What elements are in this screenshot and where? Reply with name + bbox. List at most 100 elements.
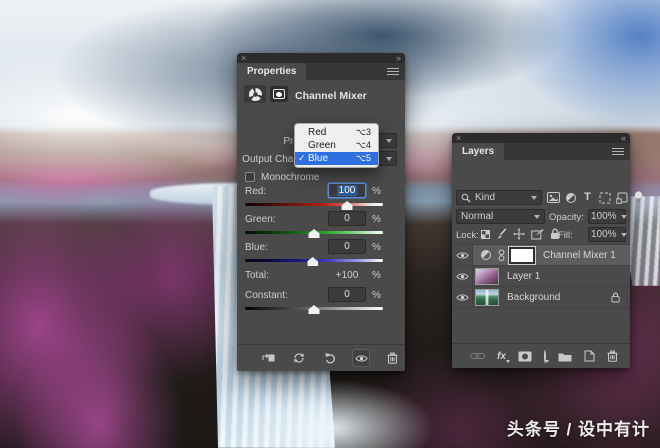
- tab-properties[interactable]: Properties: [237, 63, 307, 80]
- menu-item-red[interactable]: Red ⌥3: [295, 126, 378, 139]
- eye-icon[interactable]: [452, 245, 473, 265]
- new-group-icon[interactable]: [558, 351, 572, 362]
- properties-tabbar: Properties: [237, 63, 405, 80]
- blue-label: Blue:: [245, 242, 268, 253]
- adjustment-layer-icon: [481, 250, 491, 260]
- chevron-down-icon: [386, 138, 392, 143]
- panel-menu-icon[interactable]: [612, 148, 624, 156]
- delete-adjustment-icon[interactable]: [383, 349, 401, 367]
- layers-toolbar: fx: [452, 343, 630, 368]
- chevron-down-icon: [620, 214, 627, 219]
- layer-name: Channel Mixer 1: [543, 249, 616, 261]
- chevron-down-icon: [620, 232, 627, 237]
- green-value-input[interactable]: 0: [328, 211, 366, 226]
- green-slider-track[interactable]: [245, 229, 383, 238]
- constant-unit: %: [372, 290, 381, 301]
- layer-row-background[interactable]: Background: [452, 287, 630, 308]
- constant-value-input[interactable]: 0: [328, 287, 366, 302]
- red-value-input[interactable]: 100: [328, 183, 366, 198]
- blue-value-input[interactable]: 0: [328, 239, 366, 254]
- search-icon: [461, 193, 471, 202]
- red-unit: %: [372, 186, 381, 197]
- green-slider-thumb[interactable]: [308, 229, 320, 238]
- lock-position-icon[interactable]: [513, 228, 525, 240]
- red-slider-track[interactable]: [245, 201, 383, 210]
- link-layers-icon[interactable]: [470, 352, 486, 360]
- layer-name: Layer 1: [507, 270, 541, 282]
- red-slider-thumb[interactable]: [341, 201, 353, 210]
- lock-pixels-icon[interactable]: [496, 228, 507, 240]
- constant-slider-thumb[interactable]: [308, 305, 320, 314]
- layer-row-channel-mixer[interactable]: Channel Mixer 1: [452, 245, 630, 266]
- menu-item-blue[interactable]: ✓ Blue ⌥5: [295, 152, 378, 165]
- chevron-down-icon: [534, 214, 540, 219]
- adjustment-filter-icon[interactable]: [564, 191, 577, 204]
- layer-thumbnail[interactable]: [475, 267, 499, 285]
- fill-input[interactable]: 100%: [588, 227, 627, 242]
- filter-toggle-icon[interactable]: [632, 191, 645, 204]
- delete-layer-icon[interactable]: [607, 350, 618, 362]
- visibility-eye-icon[interactable]: [352, 349, 370, 367]
- view-previous-state-icon[interactable]: [290, 349, 308, 367]
- opacity-input[interactable]: 100%: [588, 209, 627, 224]
- eye-icon[interactable]: [452, 287, 473, 307]
- blue-slider-track[interactable]: [245, 257, 383, 266]
- monochrome-checkbox[interactable]: [245, 172, 255, 182]
- layer-thumbnail[interactable]: [475, 288, 499, 306]
- mixer-circle-icon: [248, 87, 262, 101]
- menu-item-label: Green: [308, 140, 336, 151]
- panel-menu-icon[interactable]: [387, 68, 399, 76]
- smart-object-filter-icon[interactable]: [615, 191, 628, 204]
- checkmark-icon: ✓: [298, 153, 306, 163]
- blend-mode-value: Normal: [461, 211, 494, 222]
- total-value: +100: [335, 270, 359, 281]
- menu-item-green[interactable]: Green ⌥4: [295, 139, 378, 152]
- watermark-text: 头条号 / 设中有计: [506, 420, 650, 439]
- constant-value: 0: [344, 289, 350, 300]
- blue-slider-thumb[interactable]: [307, 257, 319, 266]
- green-value: 0: [344, 213, 350, 224]
- menu-shortcut: ⌥5: [355, 153, 371, 163]
- collapse-icon[interactable]: «: [621, 133, 626, 143]
- menu-shortcut: ⌥4: [355, 140, 371, 150]
- type-filter-icon[interactable]: T: [581, 191, 594, 204]
- monochrome-label: Monochrome: [261, 172, 320, 183]
- foam-pool: [232, 380, 432, 448]
- total-label: Total:: [245, 270, 269, 281]
- lock-label: Lock:: [456, 230, 479, 241]
- mask-badge-icon: [270, 86, 288, 102]
- green-label: Green:: [245, 214, 276, 225]
- red-value: 100: [336, 185, 358, 196]
- collapse-icon[interactable]: »: [396, 53, 401, 63]
- layer-name: Background: [507, 291, 561, 303]
- close-icon[interactable]: ×: [241, 53, 246, 63]
- lock-artboard-icon[interactable]: [531, 228, 544, 240]
- new-adjustment-icon[interactable]: [544, 349, 549, 363]
- tab-layers[interactable]: Layers: [452, 143, 505, 160]
- layer-styles-icon[interactable]: fx: [497, 351, 510, 363]
- lock-transparency-icon[interactable]: [481, 229, 490, 239]
- new-layer-icon[interactable]: [584, 350, 595, 362]
- layer-mask-thumbnail[interactable]: [508, 245, 536, 265]
- mask-link-icon[interactable]: [498, 249, 505, 262]
- fill-value: 100%: [591, 229, 617, 240]
- menu-item-label: Blue: [308, 153, 329, 164]
- photoshop-workspace: 头条号 / 设中有计 × » Properties Channel Mixer …: [0, 0, 660, 448]
- close-icon[interactable]: ×: [456, 133, 461, 143]
- pixel-filter-icon[interactable]: [547, 191, 560, 204]
- kind-filter-select[interactable]: Kind: [456, 190, 542, 205]
- menu-shortcut: ⌥3: [355, 127, 371, 137]
- clip-to-layer-icon[interactable]: [259, 349, 277, 367]
- shape-filter-icon[interactable]: [598, 191, 611, 204]
- reset-icon[interactable]: [321, 349, 339, 367]
- blend-mode-select[interactable]: Normal: [456, 209, 545, 224]
- layer-row-layer1[interactable]: Layer 1: [452, 266, 630, 287]
- add-mask-icon[interactable]: [518, 351, 532, 362]
- opacity-label: Opacity:: [549, 212, 584, 223]
- eye-icon[interactable]: [452, 266, 473, 286]
- adjustment-title: Channel Mixer: [295, 90, 367, 102]
- red-label: Red:: [245, 186, 267, 197]
- layer-lock-badge-icon: [611, 292, 620, 303]
- constant-slider-track[interactable]: [245, 305, 383, 314]
- properties-panel: × » Properties Channel Mixer Preset: Out…: [237, 53, 405, 371]
